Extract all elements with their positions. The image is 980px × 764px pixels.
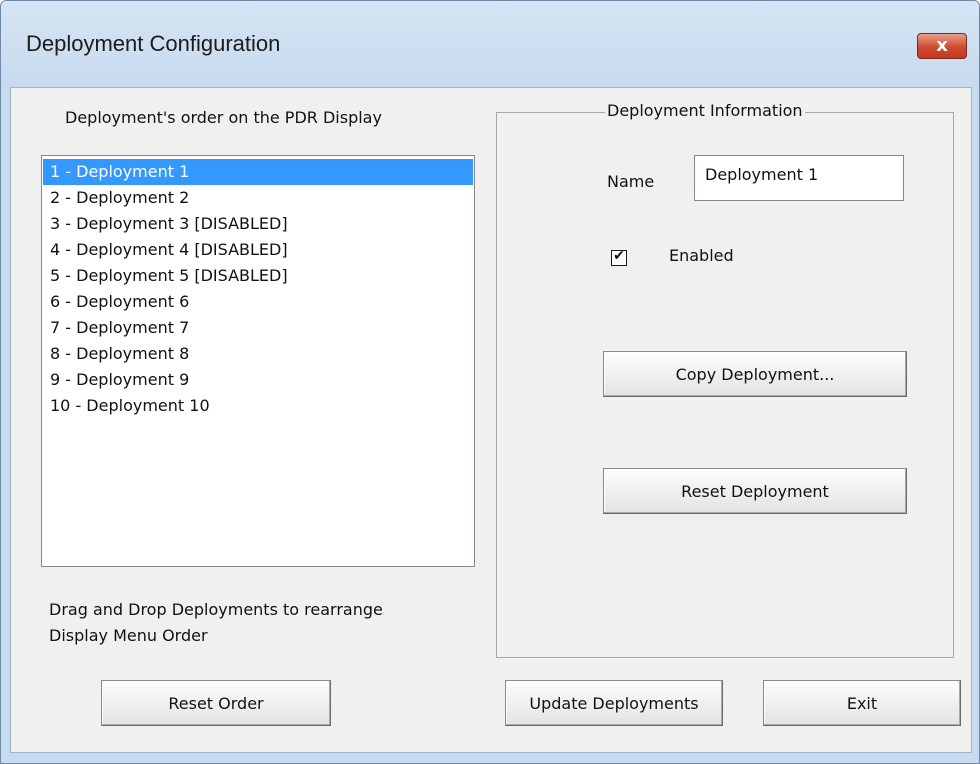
- copy-deployment-label: Copy Deployment...: [675, 365, 835, 384]
- enabled-label[interactable]: Enabled: [669, 246, 734, 265]
- update-deployments-label: Update Deployments: [529, 694, 699, 713]
- window-title: Deployment Configuration: [26, 31, 281, 56]
- drag-drop-hint-line1: Drag and Drop Deployments to rearrange: [49, 600, 383, 619]
- list-item[interactable]: 2 - Deployment 2: [43, 185, 473, 211]
- list-heading: Deployment's order on the PDR Display: [65, 108, 382, 127]
- list-item[interactable]: 9 - Deployment 9: [43, 367, 473, 393]
- close-button[interactable]: x: [917, 33, 967, 59]
- drag-drop-hint-line2: Display Menu Order: [49, 626, 208, 645]
- list-item[interactable]: 8 - Deployment 8: [43, 341, 473, 367]
- name-field[interactable]: Deployment 1: [694, 155, 904, 201]
- exit-button[interactable]: Exit: [763, 680, 961, 726]
- deployment-order-list[interactable]: 1 - Deployment 1 2 - Deployment 2 3 - De…: [41, 155, 475, 567]
- reset-order-button[interactable]: Reset Order: [101, 680, 331, 726]
- reset-deployment-label: Reset Deployment: [681, 482, 829, 501]
- list-item[interactable]: 1 - Deployment 1: [43, 159, 473, 185]
- dialog-client-area: Deployment's order on the PDR Display 1 …: [10, 87, 972, 753]
- reset-order-label: Reset Order: [168, 694, 264, 713]
- dialog-window: Deployment Configuration x Deployment's …: [0, 0, 980, 764]
- copy-deployment-button[interactable]: Copy Deployment...: [603, 351, 907, 397]
- reset-deployment-button[interactable]: Reset Deployment: [603, 468, 907, 514]
- title-bar[interactable]: Deployment Configuration x: [1, 1, 979, 87]
- list-item[interactable]: 7 - Deployment 7: [43, 315, 473, 341]
- list-item[interactable]: 6 - Deployment 6: [43, 289, 473, 315]
- list-item[interactable]: 3 - Deployment 3 [DISABLED]: [43, 211, 473, 237]
- list-item[interactable]: 10 - Deployment 10: [43, 393, 473, 419]
- group-title: Deployment Information: [605, 101, 805, 120]
- enabled-checkbox[interactable]: ✔: [611, 248, 627, 266]
- check-icon: ✔: [613, 248, 625, 264]
- list-item[interactable]: 4 - Deployment 4 [DISABLED]: [43, 237, 473, 263]
- update-deployments-button[interactable]: Update Deployments: [505, 680, 723, 726]
- list-item[interactable]: 5 - Deployment 5 [DISABLED]: [43, 263, 473, 289]
- close-icon: x: [936, 35, 948, 56]
- name-label: Name: [607, 172, 655, 191]
- exit-label: Exit: [846, 694, 878, 713]
